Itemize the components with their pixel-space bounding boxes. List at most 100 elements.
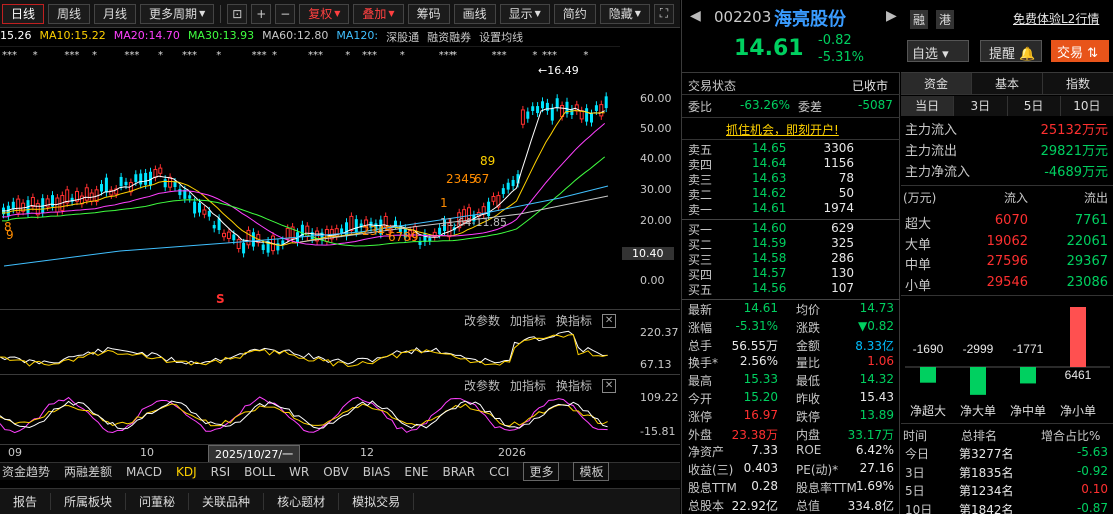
fund-tab[interactable]: 指数 xyxy=(1043,73,1113,95)
ma-legend-item[interactable]: 设置均线 xyxy=(479,29,523,45)
current-price: 14.61 xyxy=(734,36,804,61)
candle-body xyxy=(173,182,177,188)
fund-tab[interactable]: 资金 xyxy=(901,73,972,95)
level-volume: 286 xyxy=(831,251,854,265)
caret-down-icon: ▼ xyxy=(388,9,395,18)
kline-chart[interactable]: *** * *** * *** * *** * *** * *** * *** * **** *** * *** * xyxy=(0,46,680,308)
signal-star: *** xyxy=(182,50,197,61)
candle-body xyxy=(193,201,197,214)
flow-in: 27596 xyxy=(986,254,1028,269)
flow-out: 7761 xyxy=(1074,213,1108,228)
overlay-button[interactable]: 叠加 ▼ xyxy=(353,3,404,24)
indicator-tab[interactable]: BRAR xyxy=(443,465,476,479)
more-period-button[interactable]: 更多周期 ▼ xyxy=(140,3,215,24)
period-month-button[interactable]: 月线 xyxy=(94,3,137,24)
bottom-tab[interactable]: 所属板块 xyxy=(51,493,127,510)
candle-body xyxy=(134,174,138,182)
prev-stock-icon[interactable]: ◀ xyxy=(690,8,701,24)
draw-line-button[interactable]: 画线 xyxy=(453,3,496,24)
lock-icon[interactable]: ⊡ xyxy=(227,3,248,24)
signal-star: *** xyxy=(362,50,377,61)
level-price: 14.62 xyxy=(752,186,787,200)
bottom-tab[interactable]: 核心题材 xyxy=(264,493,340,510)
period-week-button[interactable]: 周线 xyxy=(48,3,91,24)
indicator-tab[interactable]: WR xyxy=(289,465,309,479)
period-tab[interactable]: 10日 xyxy=(1060,96,1113,116)
signal-star: * xyxy=(345,50,350,61)
net-flow-bars: -1690 净超大 -2999 净大单 -1771 净中单 6461 净小单 xyxy=(905,307,1110,418)
fuquan-label: 复权 xyxy=(308,7,333,21)
indicator-tab[interactable]: ENE xyxy=(404,465,428,479)
trade-button[interactable]: 交易 ⇅ xyxy=(1051,40,1109,62)
caret-down-icon: ▼ xyxy=(534,9,541,18)
rank-period: 3日 xyxy=(905,465,925,480)
signal-star: *** xyxy=(124,50,139,61)
l2-link[interactable]: 免费体验L2行情 xyxy=(1013,10,1099,27)
alert-button[interactable]: 提醒 🔔 xyxy=(980,40,1042,62)
indicator-tab[interactable]: CCI xyxy=(489,465,509,479)
candle-body xyxy=(599,104,604,117)
candle-body xyxy=(144,172,148,185)
quote-label: 金额 xyxy=(796,338,821,353)
indicator-tab[interactable]: OBV xyxy=(323,465,349,479)
x-axis: 09 10 2025/10/27/一 12 2026 xyxy=(0,444,680,463)
indicator-tab[interactable]: KDJ xyxy=(176,465,197,479)
display-button[interactable]: 显示 ▼ xyxy=(499,3,550,24)
quote-value: 33.17万 xyxy=(847,427,894,442)
bottom-tab[interactable]: 问董秘 xyxy=(126,493,190,510)
divider xyxy=(682,299,900,300)
rank-table: 时间 总排名 增合占比% 今日 第3277名 -5.63 3日 第1835名 -0.92 5日 第1… xyxy=(901,425,1113,514)
simple-button[interactable]: 简约 xyxy=(553,3,596,24)
fuquan-button[interactable]: 复权 ▼ xyxy=(299,3,350,24)
rank-value: 第1234名 xyxy=(959,484,1014,498)
order-book: 交易状态 已收市 委比 -63.26% 委差 -5087 抓住机会，即刻开户! … xyxy=(682,72,900,514)
zoom-in-icon[interactable]: + xyxy=(251,3,272,24)
level-volume: 3306 xyxy=(823,141,854,155)
zoom-out-icon[interactable]: − xyxy=(275,3,296,24)
bottom-tab[interactable]: 关联品种 xyxy=(189,493,265,510)
candle-body xyxy=(550,107,554,121)
indicator-tabs: 资金趋势 两融差额 MACD KDJ RSI BOLL WR OBV BIAS ENE BRAR CC… xyxy=(0,462,680,481)
candle-body xyxy=(604,96,608,109)
quote-label: 量比 xyxy=(796,356,821,371)
indicator-tab[interactable]: MACD xyxy=(126,465,162,479)
ma-legend-item[interactable]: 融资融券 xyxy=(427,29,471,45)
sell-signal-marker: S xyxy=(216,292,225,306)
next-stock-icon[interactable]: ▶ xyxy=(886,8,897,24)
high-price-label: ←16.49 xyxy=(538,64,579,77)
chips-button[interactable]: 筹码 xyxy=(407,3,450,24)
quote-label: 总股本 xyxy=(688,498,725,513)
hide-button[interactable]: 隐藏 ▼ xyxy=(599,3,650,24)
fullscreen-icon[interactable]: ⛶ xyxy=(653,3,674,24)
indicator-tab[interactable]: BIAS xyxy=(363,465,391,479)
fund-tabs: 资金 基本 指数 xyxy=(901,73,1113,95)
indicator-tab[interactable]: 更多 xyxy=(523,462,560,481)
bottom-tab[interactable]: 报告 xyxy=(0,493,52,510)
add-watchlist-button[interactable]: 自选 ▾ xyxy=(907,40,969,62)
level-price: 14.60 xyxy=(752,221,787,235)
fund-tab[interactable]: 基本 xyxy=(972,73,1043,95)
period-tab[interactable]: 5日 xyxy=(1007,96,1061,116)
signal-star: * xyxy=(272,50,277,61)
indicator-tab[interactable]: 两融差额 xyxy=(64,463,112,480)
ma-legend-item[interactable]: 深股通 xyxy=(386,29,419,45)
indicator-tab[interactable]: 资金趋势 xyxy=(2,463,50,480)
candle-body xyxy=(545,102,549,111)
indicator-tab[interactable]: 模板 xyxy=(573,462,610,481)
net-flow-bar xyxy=(1070,307,1086,367)
y-tick: 0.00 xyxy=(640,274,665,287)
open-account-link[interactable]: 抓住机会，即刻开户! xyxy=(726,121,839,138)
bottom-tab[interactable]: 模拟交易 xyxy=(339,493,415,510)
net-flow-value: -1771 xyxy=(1013,342,1044,356)
candle-body xyxy=(202,209,207,215)
quote-label: 涨跌 xyxy=(796,320,821,335)
net-flow-value: -2999 xyxy=(963,342,994,356)
buy-levels: 买一 14.60 629 买二 14.59 325 买三 14.58 286 买四 14.57 130… xyxy=(682,221,900,297)
indicator-tab[interactable]: BOLL xyxy=(244,465,275,479)
period-day-button[interactable]: 日线 xyxy=(2,3,45,24)
period-tab[interactable]: 当日 xyxy=(901,96,955,116)
period-tab[interactable]: 3日 xyxy=(954,96,1008,116)
indicator-tab[interactable]: RSI xyxy=(211,465,231,479)
current-price-tag: 10.40 xyxy=(622,247,674,260)
candle-body xyxy=(394,220,397,226)
